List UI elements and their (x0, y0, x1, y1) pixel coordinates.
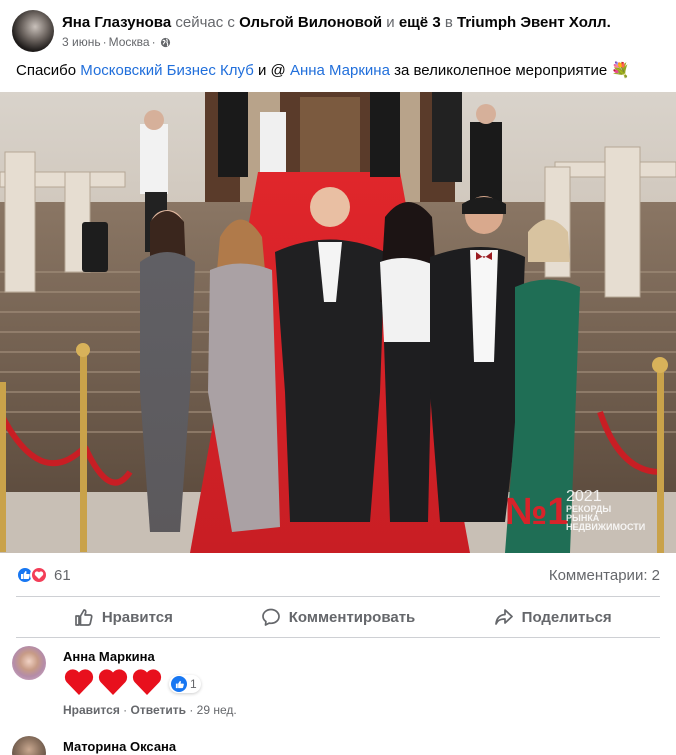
event-photo-illustration: №1 2021 РЕКОРДЫ РЫНКА НЕДВИЖИМОСТИ (0, 92, 676, 553)
with-text: сейчас с (175, 14, 235, 31)
post-stats: 61 Комментарии: 2 (16, 565, 660, 585)
like-reaction-icon (171, 676, 187, 692)
globe-icon (160, 37, 170, 47)
watermark-line3: НЕДВИЖИМОСТИ (566, 522, 645, 532)
red-heart-icon (64, 669, 94, 695)
author-avatar[interactable] (12, 10, 54, 52)
comment-item: Маторина Оксана (12, 736, 176, 755)
mention-anna[interactable]: Анна Маркина (290, 62, 390, 79)
share-button[interactable]: Поделиться (445, 597, 660, 637)
red-heart-icon (132, 669, 162, 695)
love-reaction-icon (30, 566, 48, 584)
comment-content: 1 (63, 667, 237, 697)
tagged-person[interactable]: Ольгой Вилоновой (239, 14, 382, 31)
comment-reactions[interactable]: 1 (169, 675, 201, 693)
share-arrow-icon (494, 609, 513, 625)
reactions-summary[interactable]: 61 (16, 566, 71, 584)
thumbs-up-icon (74, 609, 93, 626)
divider (16, 637, 660, 638)
post-header: Яна Глазунова сейчас с Ольгой Вилоновой … (12, 10, 611, 52)
comment-item: Анна Маркина 1 Нравится · Ответить · 29 … (12, 646, 237, 717)
post-location: Москва (108, 35, 150, 49)
comment-author[interactable]: Маторина Оксана (63, 739, 176, 754)
comment-time[interactable]: 29 нед. (197, 703, 237, 717)
and-text: и (386, 14, 395, 31)
author-name[interactable]: Яна Глазунова (62, 14, 171, 31)
comments-count[interactable]: Комментарии: 2 (549, 567, 660, 584)
comment-like-link[interactable]: Нравится (63, 703, 120, 717)
in-text: в (444, 14, 453, 31)
speech-bubble-icon (261, 608, 280, 626)
watermark-number: №1 (505, 491, 569, 533)
others-link[interactable]: ещё 3 (399, 14, 441, 31)
post-photo[interactable]: №1 2021 РЕКОРДЫ РЫНКА НЕДВИЖИМОСТИ (0, 92, 676, 553)
comment-avatar[interactable] (12, 646, 46, 680)
post-actions: Нравится Комментировать Поделиться (16, 597, 660, 637)
mention-business-club[interactable]: Московский Бизнес Клуб (80, 62, 254, 79)
post-text: Спасибо Московский Бизнес Клуб и @ Анна … (16, 62, 631, 79)
reactions-count: 61 (54, 566, 71, 584)
watermark-year: 2021 (566, 488, 602, 505)
comment-meta: Нравится · Ответить · 29 нед. (63, 703, 237, 717)
like-button[interactable]: Нравится (16, 597, 231, 637)
comment-avatar[interactable] (12, 736, 46, 755)
red-heart-icon (98, 669, 128, 695)
post-date[interactable]: 3 июнь (62, 35, 101, 49)
comment-reply-link[interactable]: Ответить (131, 703, 186, 717)
comment-button[interactable]: Комментировать (231, 597, 446, 637)
place-link[interactable]: Triumph Эвент Холл. (457, 14, 611, 31)
comment-author[interactable]: Анна Маркина (63, 649, 237, 664)
